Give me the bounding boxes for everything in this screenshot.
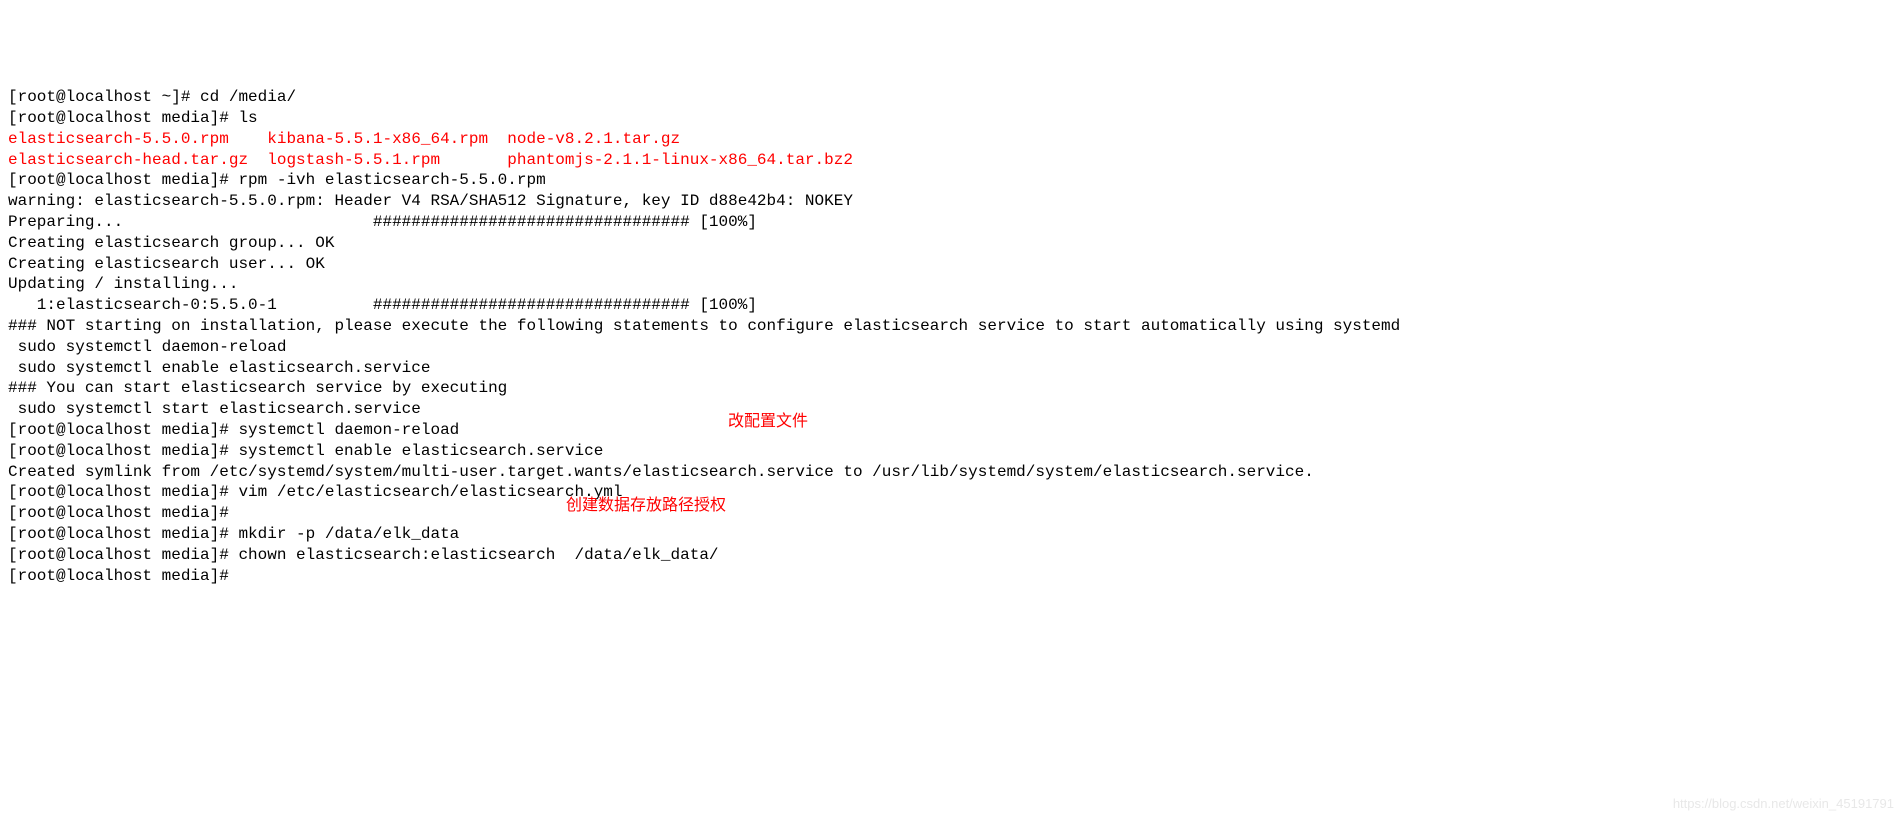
terminal-line: Created symlink from /etc/systemd/system… [8,462,1896,483]
terminal-line: Preparing... ###########################… [8,212,1896,233]
annotation-create-path: 创建数据存放路径授权 [566,496,726,517]
terminal-line: Creating elasticsearch user... OK [8,254,1896,275]
annotation-config-file: 改配置文件 [728,412,808,433]
terminal-line: [root@localhost media]# [8,566,1896,587]
watermark: https://blog.csdn.net/weixin_45191791 [1673,796,1894,813]
terminal-line: sudo systemctl enable elasticsearch.serv… [8,358,1896,379]
terminal-line: elasticsearch-5.5.0.rpm kibana-5.5.1-x86… [8,129,1896,150]
terminal-line: [root@localhost media]# [8,503,1896,524]
terminal-line: warning: elasticsearch-5.5.0.rpm: Header… [8,191,1896,212]
terminal-line: 1:elasticsearch-0:5.5.0-1 ##############… [8,295,1896,316]
terminal-line: Creating elasticsearch group... OK [8,233,1896,254]
terminal-line: sudo systemctl start elasticsearch.servi… [8,399,1896,420]
terminal-line: elasticsearch-head.tar.gz logstash-5.5.1… [8,150,1896,171]
terminal-line: ### NOT starting on installation, please… [8,316,1896,337]
terminal-output: [root@localhost ~]# cd /media/[root@loca… [8,87,1896,586]
terminal-line: [root@localhost media]# chown elasticsea… [8,545,1896,566]
terminal-line: Updating / installing... [8,274,1896,295]
terminal-line: [root@localhost media]# rpm -ivh elastic… [8,170,1896,191]
terminal-line: [root@localhost media]# ls [8,108,1896,129]
terminal-line: [root@localhost media]# systemctl enable… [8,441,1896,462]
terminal-line: [root@localhost media]# mkdir -p /data/e… [8,524,1896,545]
terminal-line: ### You can start elasticsearch service … [8,378,1896,399]
terminal-line: [root@localhost ~]# cd /media/ [8,87,1896,108]
terminal-line: [root@localhost media]# systemctl daemon… [8,420,1896,441]
terminal-line: [root@localhost media]# vim /etc/elastic… [8,482,1896,503]
terminal-line: sudo systemctl daemon-reload [8,337,1896,358]
